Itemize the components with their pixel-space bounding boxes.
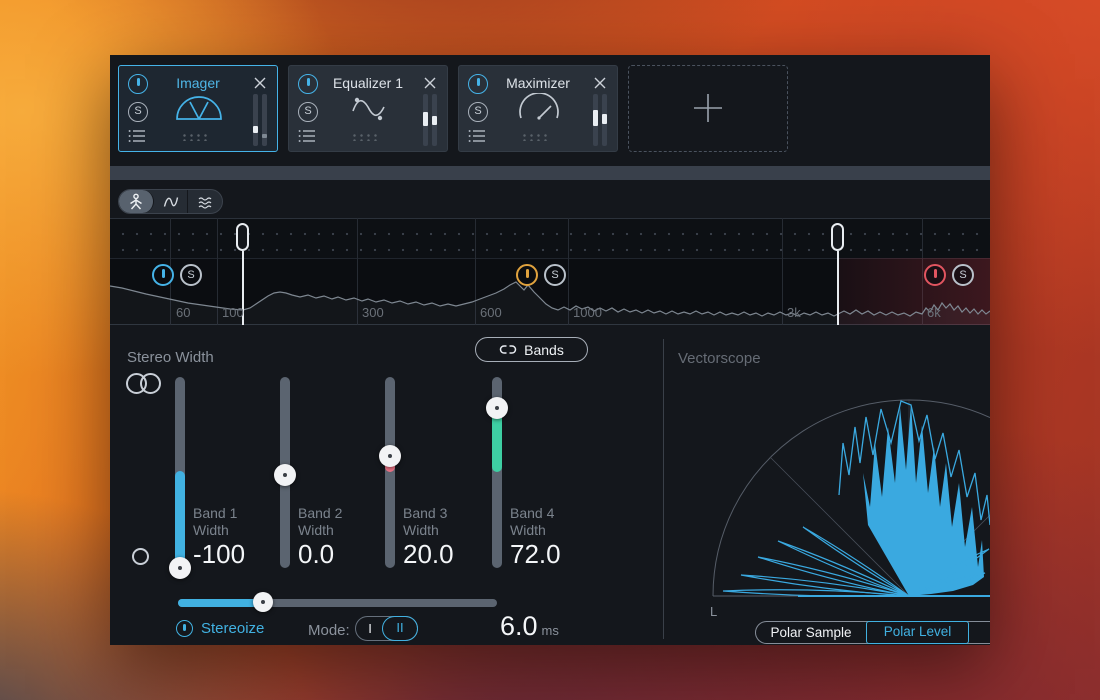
stereoize-slider-handle[interactable] xyxy=(253,592,273,612)
delay-readout[interactable]: 6.0ms xyxy=(500,611,559,642)
mode-option-2[interactable]: II xyxy=(382,616,418,641)
drag-grip-icon[interactable] xyxy=(350,132,377,141)
band3-label: Band 3Width xyxy=(403,505,447,539)
module-meters xyxy=(423,94,437,146)
module-card-equalizer[interactable]: Equalizer 1 S xyxy=(288,65,448,152)
mono-toggle[interactable] xyxy=(132,548,149,565)
mode-label: Mode: xyxy=(308,622,350,639)
solo-icon[interactable]: S xyxy=(298,102,318,122)
band1-power-icon[interactable] xyxy=(152,264,174,286)
close-icon[interactable] xyxy=(421,74,439,92)
stereoize-label: Stereoize xyxy=(201,620,264,637)
stereoize-power-icon[interactable] xyxy=(176,620,193,637)
module-card-imager[interactable]: Imager S xyxy=(118,65,278,152)
stereoize-toggle[interactable]: Stereoize xyxy=(176,620,264,637)
module-meters xyxy=(593,94,607,146)
band3-value[interactable]: 20.0 xyxy=(403,539,454,570)
plus-icon xyxy=(629,66,787,150)
module-card-maximizer[interactable]: Maximizer S xyxy=(458,65,618,152)
band1-width-slider[interactable] xyxy=(175,377,185,568)
band2-solo-icon[interactable]: S xyxy=(544,264,566,286)
desktop-wallpaper: Imager S Equalizer 1 S xyxy=(0,0,1100,700)
band1-slider-handle[interactable] xyxy=(169,557,191,579)
waves-icon xyxy=(196,193,214,211)
equalizer-module-icon xyxy=(334,93,404,125)
preset-list-icon[interactable] xyxy=(298,129,316,148)
freq-label: 600 xyxy=(480,305,502,320)
crossover-handle[interactable] xyxy=(236,223,249,251)
stereoize-amount-slider[interactable] xyxy=(178,599,497,607)
crossover-line xyxy=(837,251,839,325)
stereoize-fill xyxy=(178,599,263,607)
circle-icon xyxy=(140,373,161,394)
band1-fill xyxy=(175,471,185,568)
module-meters xyxy=(253,94,267,146)
freq-label: 100 xyxy=(222,305,244,320)
band1-label: Band 1Width xyxy=(193,505,237,539)
preset-list-icon[interactable] xyxy=(128,129,146,148)
band3-slider-handle[interactable] xyxy=(379,445,401,467)
band4-value[interactable]: 72.0 xyxy=(510,539,561,570)
left-channel-label: L xyxy=(710,604,717,619)
freq-label: 6k xyxy=(927,305,941,320)
vectorscope-view-switch: Polar Sample Polar Level xyxy=(755,621,990,644)
band2-value[interactable]: 0.0 xyxy=(298,539,334,570)
band2-power-icon[interactable] xyxy=(516,264,538,286)
figure-icon xyxy=(127,193,145,211)
band2-label: Band 2Width xyxy=(298,505,342,539)
freq-label: 60 xyxy=(176,305,190,320)
sine-icon xyxy=(162,193,180,211)
drag-grip-icon[interactable] xyxy=(520,132,547,141)
band4-label: Band 4Width xyxy=(510,505,554,539)
polar-level-button[interactable]: Polar Level xyxy=(866,621,969,644)
mode-toggle: I II xyxy=(355,616,418,641)
vectorscope-display xyxy=(663,335,990,645)
band1-value[interactable]: -100 xyxy=(193,539,245,570)
tab-multiwave[interactable] xyxy=(188,190,222,213)
band1-solo-icon[interactable]: S xyxy=(180,264,202,286)
freq-label: 3k xyxy=(787,305,801,320)
close-icon[interactable] xyxy=(591,74,609,92)
maximizer-module-icon xyxy=(504,93,574,125)
freq-label: 300 xyxy=(362,305,384,320)
freq-label: 1000 xyxy=(573,305,602,320)
add-module-button[interactable] xyxy=(628,65,788,152)
preset-list-icon[interactable] xyxy=(468,129,486,148)
link-icon xyxy=(499,344,517,355)
band3-solo-icon[interactable]: S xyxy=(952,264,974,286)
panel-title: Stereo Width xyxy=(127,349,214,366)
drag-grip-icon[interactable] xyxy=(180,132,207,141)
imager-module-icon xyxy=(164,93,234,125)
band4-slider-handle[interactable] xyxy=(486,397,508,419)
stereo-link-toggle[interactable] xyxy=(126,373,161,394)
tab-waveform[interactable] xyxy=(154,190,189,213)
band3-power-icon[interactable] xyxy=(924,264,946,286)
view-mode-toolbar xyxy=(118,189,223,214)
chain-scroll-lane[interactable] xyxy=(110,166,990,180)
crossover-handle[interactable] xyxy=(831,223,844,251)
plugin-window: Imager S Equalizer 1 S xyxy=(110,55,990,645)
bands-link-button[interactable]: Bands xyxy=(475,337,588,362)
mode-option-1[interactable]: I xyxy=(356,617,384,640)
band2-slider-handle[interactable] xyxy=(274,464,296,486)
bands-button-label: Bands xyxy=(524,342,564,358)
band3-width-slider[interactable] xyxy=(385,377,395,568)
close-icon[interactable] xyxy=(251,74,269,92)
polar-sample-button[interactable]: Polar Sample xyxy=(756,622,866,643)
solo-icon[interactable]: S xyxy=(128,102,148,122)
solo-icon[interactable]: S xyxy=(468,102,488,122)
tab-stereo-image[interactable] xyxy=(119,190,154,213)
